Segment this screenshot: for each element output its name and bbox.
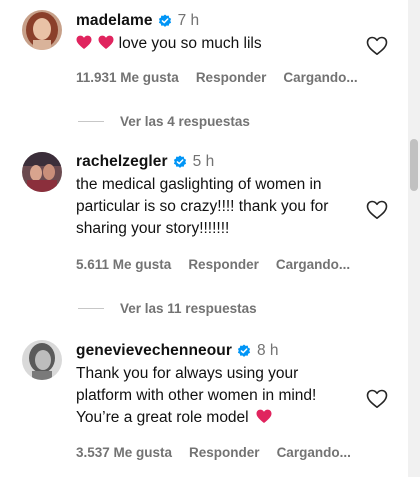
likes-count[interactable]: 11.931 Me gusta <box>76 70 179 85</box>
red-heart-emoji-icon <box>98 35 114 50</box>
username[interactable]: genevievechenneour <box>76 340 232 362</box>
comment-actions: 3.537 Me gusta Responder Cargando... <box>76 445 368 460</box>
reply-button[interactable]: Responder <box>189 445 260 460</box>
loading-indicator: Cargando... <box>283 70 358 85</box>
verified-badge-icon <box>173 155 187 169</box>
red-heart-emoji-icon <box>256 409 272 424</box>
username[interactable]: madelame <box>76 10 153 32</box>
verified-badge-icon <box>237 344 251 358</box>
comment-time: 7 h <box>177 12 200 29</box>
reply-button[interactable]: Responder <box>188 257 259 272</box>
divider-line <box>78 308 104 309</box>
view-replies-button[interactable]: Ver las 4 respuestas <box>78 114 250 129</box>
red-heart-emoji-icon <box>76 35 92 50</box>
view-replies-label: Ver las 4 respuestas <box>120 114 250 129</box>
comment-body: rachelzegler 5 h the medical gaslighting… <box>76 151 356 240</box>
verified-badge-icon <box>158 14 172 28</box>
avatar[interactable] <box>22 340 62 380</box>
view-replies-button[interactable]: Ver las 11 respuestas <box>78 301 257 316</box>
username[interactable]: rachelzegler <box>76 151 168 173</box>
comment-actions: 5.611 Me gusta Responder Cargando... <box>76 257 367 272</box>
likes-count[interactable]: 5.611 Me gusta <box>76 257 171 272</box>
scrollbar-thumb[interactable] <box>410 139 418 191</box>
loading-indicator: Cargando... <box>275 257 351 272</box>
comment-time: 8 h <box>257 342 279 359</box>
comment-text: love you so much lils <box>76 33 356 55</box>
comment-actions: 11.931 Me gusta Responder Cargando... <box>76 70 375 85</box>
reply-button[interactable]: Responder <box>196 70 267 85</box>
comment-body: madelame 7 h love you so much lils <box>76 10 356 55</box>
comment-text: the medical gaslighting of women in part… <box>76 176 329 237</box>
comment-body: genevievechenneour 8 h Thank you for alw… <box>76 340 356 429</box>
loading-indicator: Cargando... <box>276 445 351 460</box>
like-heart-icon[interactable] <box>366 389 388 409</box>
comments-thread: madelame 7 h love you so much lils 11.93… <box>0 0 406 477</box>
comment-text-content: Thank you for always using your platform… <box>76 365 317 426</box>
view-replies-label: Ver las 11 respuestas <box>120 301 257 316</box>
like-heart-icon[interactable] <box>366 36 388 56</box>
avatar[interactable] <box>22 152 62 192</box>
likes-count[interactable]: 3.537 Me gusta <box>76 445 172 460</box>
comment-text: Thank you for always using your platform… <box>76 363 356 429</box>
divider-line <box>78 121 104 122</box>
comment-text-content: love you so much lils <box>118 35 262 52</box>
avatar[interactable] <box>22 10 62 50</box>
comment-time: 5 h <box>192 153 215 170</box>
scrollbar[interactable] <box>408 0 420 477</box>
like-heart-icon[interactable] <box>366 200 388 220</box>
